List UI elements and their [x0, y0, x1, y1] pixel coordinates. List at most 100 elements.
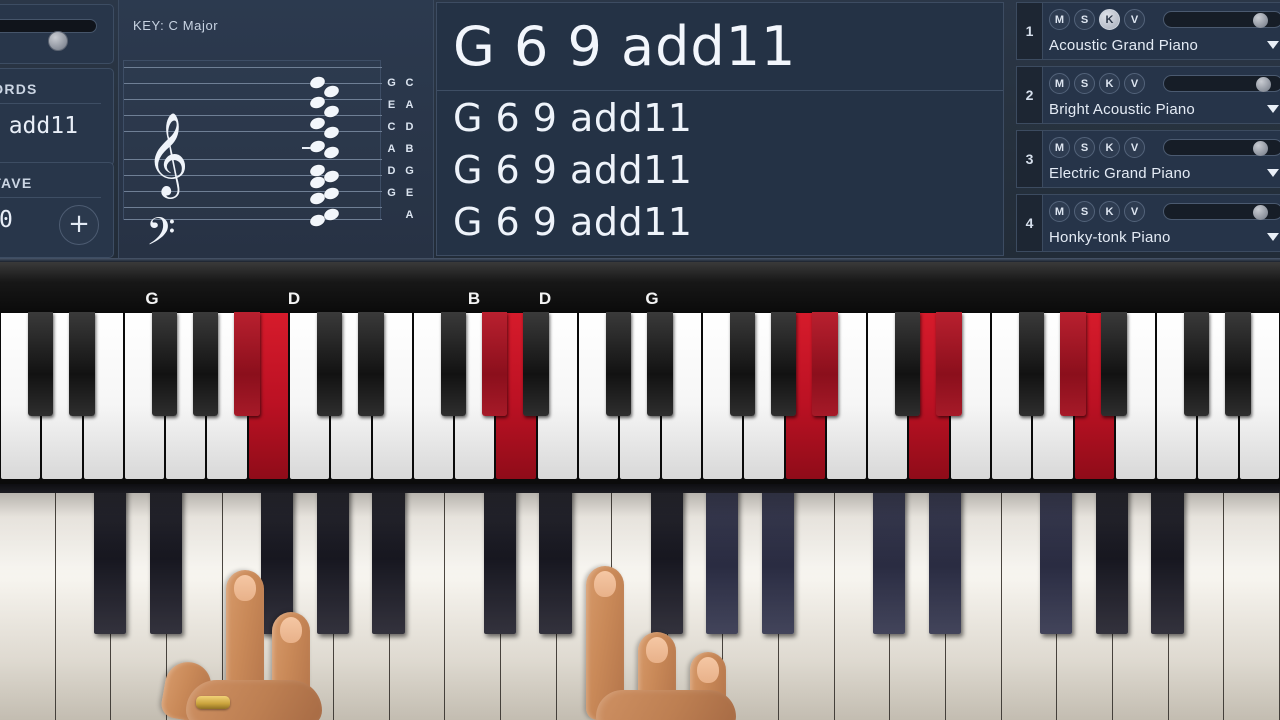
instrument-slot-number: 1 [1017, 3, 1043, 59]
black-key[interactable] [605, 312, 632, 416]
black-key[interactable] [770, 312, 797, 416]
black-key[interactable] [1018, 312, 1045, 416]
instrument-row[interactable]: 3 M S K V Electric Grand Piano [1016, 130, 1280, 188]
chord-row[interactable]: G 6 9 add11 [437, 144, 1003, 196]
virtual-keyboard-keys[interactable] [0, 312, 1280, 484]
photo-black-key [761, 484, 795, 634]
instrument-volume-handle[interactable] [1253, 205, 1269, 220]
instrument-volume-handle[interactable] [1253, 141, 1269, 156]
chevron-down-icon[interactable] [1267, 233, 1279, 241]
black-key[interactable] [647, 312, 673, 416]
current-chord-title: G 6 9 add11 [437, 3, 1003, 91]
instrument-s-button[interactable]: S [1074, 73, 1095, 94]
key-note-label: D [287, 289, 301, 308]
notehead [308, 74, 327, 91]
instrument-v-button[interactable]: V [1124, 73, 1145, 94]
photo-black-key [539, 484, 572, 634]
black-key[interactable] [1225, 312, 1251, 416]
instrument-row[interactable]: 1 M S K V Acoustic Grand Piano [1016, 2, 1280, 60]
instrument-s-button[interactable]: S [1074, 9, 1095, 30]
instrument-row[interactable]: 2 M S K V Bright Acoustic Piano [1016, 66, 1280, 124]
black-key[interactable] [316, 312, 343, 416]
music-staff: 𝄞 𝄢 [123, 60, 382, 259]
instrument-v-button[interactable]: V [1124, 9, 1145, 30]
instrument-m-button[interactable]: M [1049, 137, 1070, 158]
instrument-toggle-group: MSKV [1049, 73, 1145, 94]
black-key-highlighted[interactable] [812, 312, 838, 416]
black-key[interactable] [357, 312, 384, 416]
black-key-highlighted[interactable] [234, 312, 260, 416]
instrument-row[interactable]: 4 M S K V Honky-tonk Piano [1016, 194, 1280, 252]
instrument-volume-slider[interactable] [1163, 139, 1280, 156]
photo-black-key [94, 484, 127, 634]
chevron-down-icon[interactable] [1267, 169, 1279, 177]
instrument-slot-number: 2 [1017, 67, 1043, 123]
instrument-s-button[interactable]: S [1074, 201, 1095, 222]
chord-display-panel: G 6 9 add11 G 6 9 add11 G 6 9 add11 G 6 9 … [436, 2, 1004, 256]
key-signature-label: KEY: C Major [133, 18, 219, 33]
octave-selector-box[interactable]: CTAVE 0 + [0, 162, 114, 258]
instrument-volume-slider[interactable] [1163, 75, 1280, 92]
black-key[interactable] [68, 312, 95, 416]
chord-row[interactable]: G 6 9 add11 [437, 92, 1003, 144]
chords-selector-box[interactable]: HORDS 9 add11 [0, 68, 114, 166]
instrument-volume-handle[interactable] [1255, 77, 1271, 92]
chevron-down-icon[interactable] [1267, 41, 1279, 49]
chord-row[interactable]: G 6 9 add11 [437, 196, 1003, 248]
instrument-k-button[interactable]: K [1099, 201, 1120, 222]
black-key-highlighted[interactable] [1059, 312, 1086, 416]
black-key[interactable] [440, 312, 467, 416]
volume-slider[interactable] [0, 19, 97, 51]
instrument-m-button[interactable]: M [1049, 9, 1070, 30]
photo-black-key [928, 484, 962, 634]
chevron-down-icon[interactable] [1267, 105, 1279, 113]
chord-progression-list[interactable]: G 6 9 add11 G 6 9 add11 G 6 9 add11 [437, 92, 1003, 248]
instrument-k-button[interactable]: K [1099, 73, 1120, 94]
black-key[interactable] [1101, 312, 1127, 416]
octave-value: 0 [0, 207, 13, 233]
instrument-k-button[interactable]: K [1099, 137, 1120, 158]
black-key[interactable] [27, 312, 54, 416]
black-key[interactable] [894, 312, 921, 416]
octave-divider [0, 197, 101, 198]
instrument-m-button[interactable]: M [1049, 201, 1070, 222]
app-root: HORDS 9 add11 CTAVE 0 + KEY: C Major [0, 0, 1280, 720]
note-names-left-column: GECADG [385, 78, 398, 210]
notation-panel: KEY: C Major 𝄞 𝄢 G E C A D G C A D B G E… [118, 0, 434, 259]
instrument-v-button[interactable]: V [1124, 137, 1145, 158]
instrument-v-button[interactable]: V [1124, 201, 1145, 222]
note-name: C [405, 77, 414, 89]
instrument-k-button[interactable]: K [1099, 9, 1120, 30]
black-key[interactable] [1183, 312, 1210, 416]
instrument-name: Bright Acoustic Piano [1049, 101, 1195, 118]
left-slider-box [0, 4, 114, 64]
black-key[interactable] [151, 312, 178, 416]
fingernail [697, 657, 719, 683]
note-name: E [387, 99, 396, 111]
photo-black-key [372, 484, 405, 634]
instrument-volume-slider[interactable] [1163, 203, 1280, 220]
instrument-s-button[interactable]: S [1074, 137, 1095, 158]
black-key-highlighted[interactable] [481, 312, 508, 416]
instrument-name: Honky-tonk Piano [1049, 229, 1171, 246]
black-key[interactable] [192, 312, 219, 416]
note-name: D [405, 121, 414, 133]
notehead [322, 144, 341, 161]
photo-black-key [149, 484, 182, 634]
black-key[interactable] [729, 312, 756, 416]
notehead [322, 83, 341, 100]
virtual-keyboard[interactable]: GDBDG [0, 262, 1280, 484]
instrument-rack: 1 M S K V Acoustic Grand Piano 2 M S K V Bright Aco… [1012, 0, 1280, 258]
black-key[interactable] [523, 312, 549, 416]
instrument-volume-slider[interactable] [1163, 11, 1280, 28]
note-name: D [387, 165, 396, 177]
instrument-volume-handle[interactable] [1253, 13, 1269, 28]
instrument-slot-number: 3 [1017, 131, 1043, 187]
instrument-m-button[interactable]: M [1049, 73, 1070, 94]
instrument-name: Acoustic Grand Piano [1049, 37, 1199, 54]
notehead [322, 124, 341, 141]
fingernail [646, 637, 668, 663]
volume-slider-handle[interactable] [48, 31, 68, 51]
black-key-highlighted[interactable] [936, 312, 962, 416]
octave-increase-button[interactable]: + [59, 205, 99, 245]
